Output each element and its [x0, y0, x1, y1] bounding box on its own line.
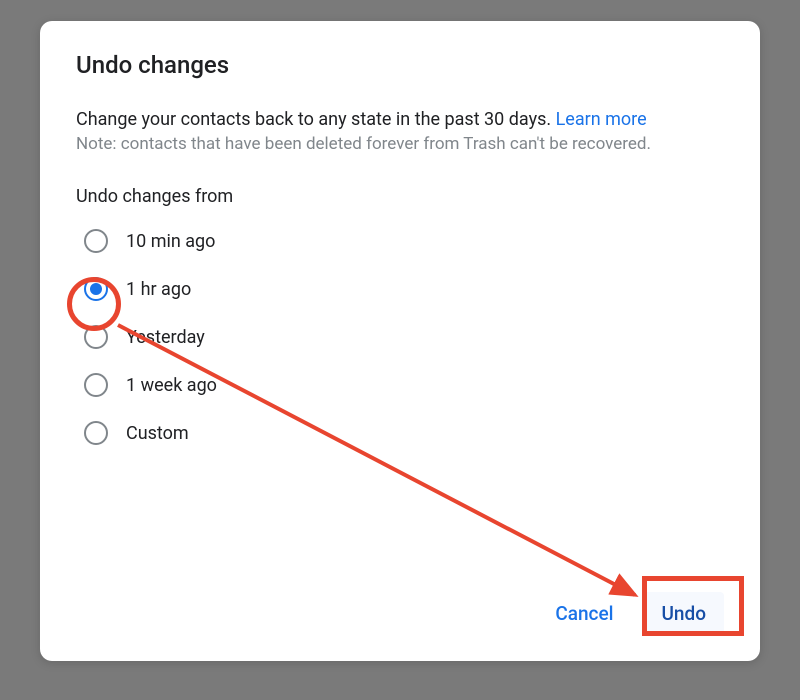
undo-time-radio-group: 10 min ago 1 hr ago Yesterday 1 week ago…: [76, 229, 724, 445]
radio-option-1hr[interactable]: 1 hr ago: [84, 277, 724, 301]
cancel-button[interactable]: Cancel: [537, 592, 631, 635]
learn-more-link[interactable]: Learn more: [556, 109, 647, 130]
radio-icon: [84, 325, 108, 349]
dialog-note: Note: contacts that have been deleted fo…: [76, 134, 724, 154]
section-label: Undo changes from: [76, 186, 724, 207]
radio-icon: [84, 373, 108, 397]
radio-option-yesterday[interactable]: Yesterday: [84, 325, 724, 349]
radio-option-1week[interactable]: 1 week ago: [84, 373, 724, 397]
dialog-title: Undo changes: [76, 51, 724, 79]
radio-label: Custom: [126, 423, 189, 444]
undo-button[interactable]: Undo: [644, 592, 725, 635]
radio-label: 1 week ago: [126, 375, 217, 396]
radio-option-10min[interactable]: 10 min ago: [84, 229, 724, 253]
undo-changes-dialog: Undo changes Change your contacts back t…: [40, 21, 760, 661]
description-text: Change your contacts back to any state i…: [76, 109, 556, 130]
radio-label: 10 min ago: [126, 231, 215, 252]
radio-icon: [84, 421, 108, 445]
radio-label: 1 hr ago: [126, 279, 191, 300]
radio-option-custom[interactable]: Custom: [84, 421, 724, 445]
dialog-description: Change your contacts back to any state i…: [76, 107, 724, 132]
dialog-actions: Cancel Undo: [537, 592, 724, 635]
radio-label: Yesterday: [126, 327, 205, 348]
radio-icon: [84, 229, 108, 253]
radio-icon: [84, 277, 108, 301]
